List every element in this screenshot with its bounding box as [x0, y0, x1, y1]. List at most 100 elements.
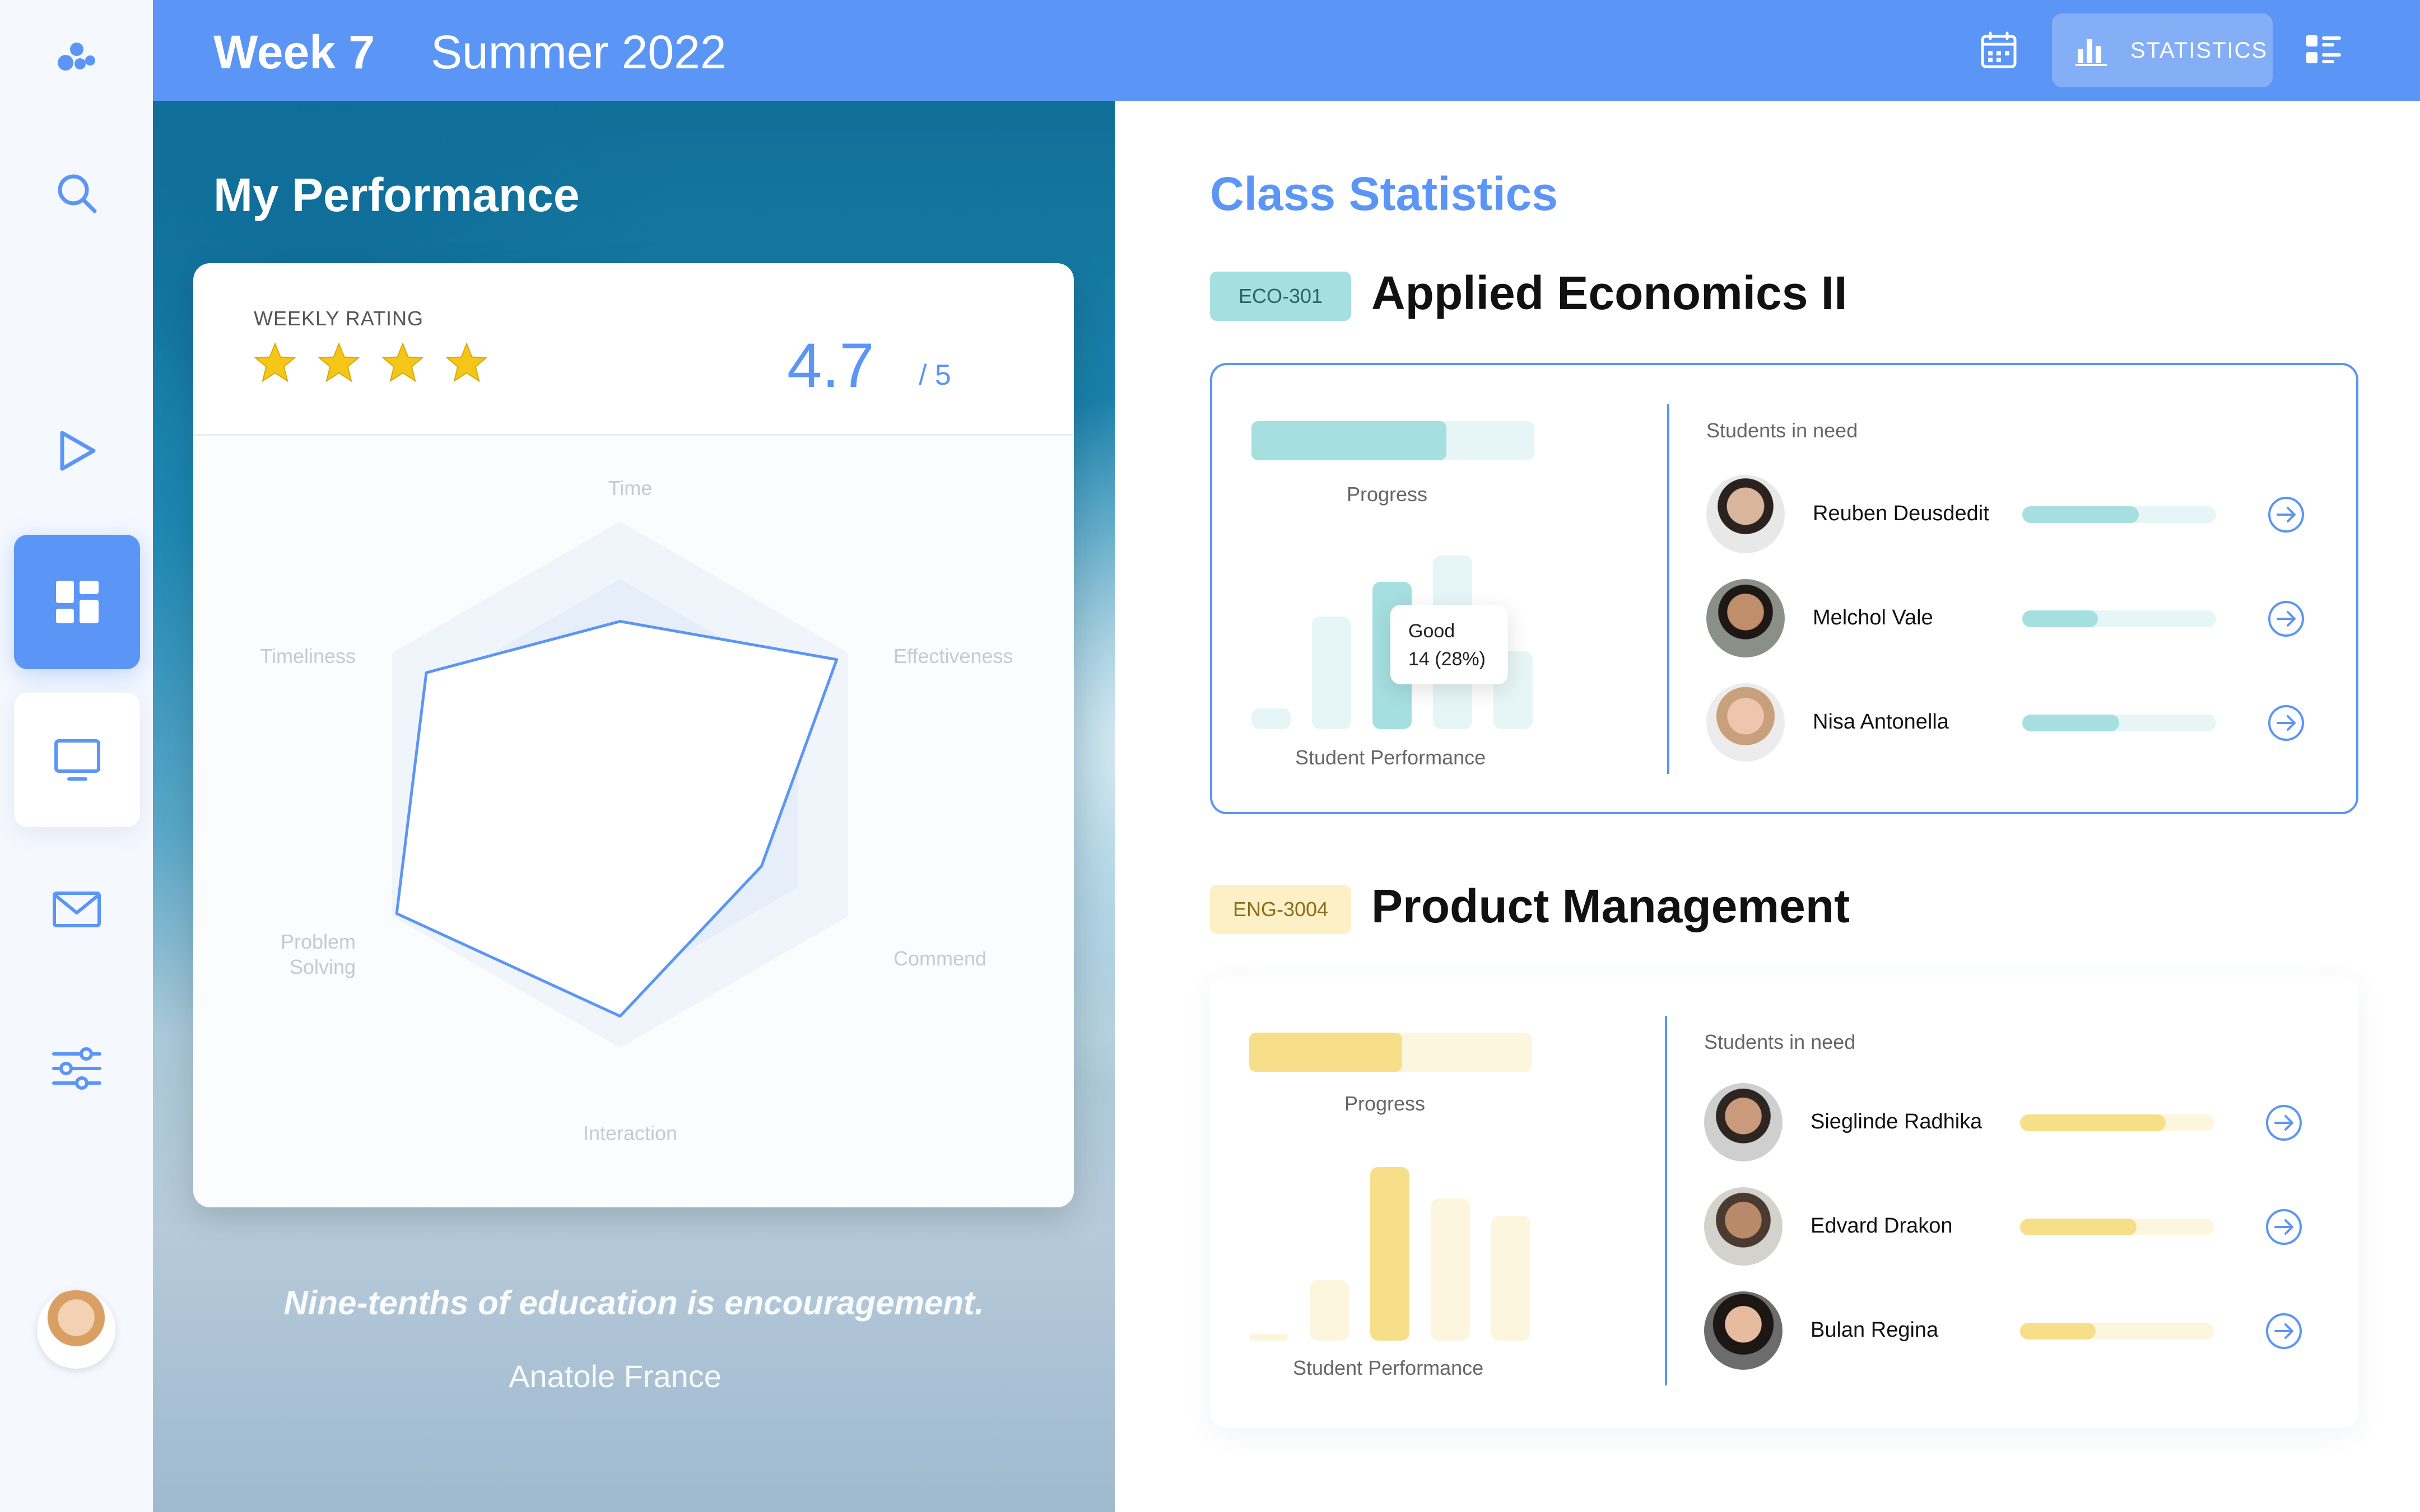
- quote-author: Anatole France: [509, 1359, 722, 1394]
- performance-bar[interactable]: [1310, 1280, 1349, 1341]
- calendar-icon[interactable]: [1979, 31, 2018, 70]
- student-performance-label: Student Performance: [1293, 1356, 1484, 1379]
- course-title: Product Management: [1371, 880, 1850, 932]
- radar-label-timeliness: Timeliness: [260, 645, 356, 668]
- mail-icon[interactable]: [52, 890, 102, 930]
- course-title: Applied Economics II: [1371, 267, 1847, 319]
- tooltip-grade: Good: [1408, 620, 1455, 642]
- performance-panel: My Performance WEEKLY RATING 4.7 / 5 Tim…: [153, 101, 1115, 1512]
- monitor-button[interactable]: [14, 693, 140, 827]
- performance-card: WEEKLY RATING 4.7 / 5 Time Effectiveness…: [193, 263, 1074, 1207]
- bar-tooltip: Good 14 (28%): [1390, 605, 1508, 684]
- arrow-right-circle-icon[interactable]: [2267, 703, 2306, 743]
- radar-label-effectiveness: Effectiveness: [893, 645, 1013, 668]
- student-performance-label: Student Performance: [1295, 746, 1486, 769]
- student-progress-fill: [2022, 715, 2119, 731]
- student-progress-track: [2022, 715, 2216, 731]
- course-code-tag[interactable]: ECO-301: [1210, 272, 1351, 321]
- student-row[interactable]: Edvard Drakon: [1704, 1187, 2331, 1266]
- student-name: Melchol Vale: [1813, 606, 1933, 629]
- divider: [1665, 1016, 1667, 1385]
- arrow-right-circle-icon[interactable]: [2264, 1207, 2303, 1247]
- top-bar: Week 7 Summer 2022 STATISTICS: [153, 0, 2420, 101]
- arrow-right-circle-icon[interactable]: [2264, 1312, 2303, 1351]
- student-progress-track: [2020, 1323, 2214, 1340]
- progress-label: Progress: [1347, 483, 1428, 506]
- performance-bar[interactable]: [1491, 1215, 1530, 1341]
- student-progress-fill: [2020, 1323, 2096, 1340]
- star-icon: [381, 342, 424, 382]
- weekly-rating-label: WEEKLY RATING: [254, 307, 424, 330]
- student-progress-fill: [2020, 1219, 2137, 1235]
- student-avatar: [1704, 1291, 1783, 1370]
- student-row[interactable]: Melchol Vale: [1706, 579, 2334, 657]
- divider: [1667, 404, 1669, 774]
- student-progress-fill: [2022, 610, 2098, 627]
- star-icon: [254, 342, 296, 382]
- students-in-need-label: Students in need: [1704, 1030, 1856, 1053]
- week-label: Week 7: [213, 26, 375, 78]
- list-view-icon[interactable]: [2304, 31, 2343, 70]
- dashboard-icon: [55, 581, 99, 623]
- student-row[interactable]: Sieglinde Radhika: [1704, 1083, 2331, 1161]
- radar-svg: [392, 521, 849, 1048]
- student-name: Edvard Drakon: [1811, 1214, 1953, 1238]
- student-row[interactable]: Nisa Antonella: [1706, 683, 2334, 762]
- progress-fill: [1251, 421, 1447, 460]
- performance-bar[interactable]: [1370, 1167, 1409, 1341]
- student-row[interactable]: Reuben Deusdedit: [1706, 475, 2334, 553]
- radar-label-solving: Solving: [289, 955, 356, 978]
- student-name: Bulan Regina: [1811, 1318, 1939, 1342]
- student-avatar: [1706, 683, 1785, 762]
- student-progress-track: [2022, 610, 2216, 627]
- search-icon[interactable]: [54, 171, 99, 216]
- student-avatar: [1706, 475, 1785, 553]
- radar-label-time: Time: [608, 477, 653, 500]
- radar-label-problem: Problem: [280, 930, 356, 953]
- student-avatar: [1704, 1083, 1783, 1161]
- course-card[interactable]: Progress Student Performance Students in…: [1210, 977, 2358, 1428]
- performance-bar[interactable]: [1251, 708, 1291, 729]
- student-avatar: [1706, 579, 1785, 657]
- star-icon: [445, 342, 488, 382]
- season-label: Summer 2022: [431, 26, 727, 78]
- arrow-right-circle-icon[interactable]: [2264, 1103, 2303, 1142]
- student-progress-track: [2020, 1219, 2214, 1235]
- student-avatar: [1704, 1187, 1783, 1266]
- logo-icon[interactable]: [54, 39, 99, 78]
- star-icon: [318, 342, 360, 382]
- performance-bar[interactable]: [1431, 1198, 1470, 1341]
- sliders-icon[interactable]: [52, 1046, 102, 1091]
- rating-stars: [254, 342, 488, 383]
- quote-text: Nine-tenths of education is encouragemen…: [283, 1284, 984, 1322]
- progress-fill: [1249, 1033, 1402, 1072]
- student-progress-fill: [2022, 506, 2139, 523]
- bar-chart-icon: [2075, 39, 2107, 66]
- class-statistics-title: Class Statistics: [1210, 167, 1558, 220]
- statistics-label: STATISTICS: [2130, 38, 2268, 63]
- monitor-icon: [54, 739, 100, 781]
- student-progress-track: [2022, 506, 2216, 523]
- student-name: Nisa Antonella: [1813, 710, 1949, 734]
- student-row[interactable]: Bulan Regina: [1704, 1291, 2331, 1370]
- play-icon[interactable]: [54, 428, 99, 473]
- course-code-tag[interactable]: ENG-3004: [1210, 885, 1351, 934]
- student-name: Reuben Deusdedit: [1813, 502, 1989, 525]
- statistics-tab[interactable]: STATISTICS: [2052, 13, 2273, 87]
- arrow-right-circle-icon[interactable]: [2267, 495, 2306, 534]
- student-progress-track: [2020, 1114, 2214, 1131]
- tooltip-value: 14 (28%): [1408, 648, 1486, 670]
- weekly-rating-section: WEEKLY RATING 4.7 / 5: [193, 263, 1074, 436]
- user-avatar[interactable]: [37, 1290, 115, 1369]
- rating-max: / 5: [919, 359, 951, 391]
- rating-value: 4.7: [787, 330, 874, 400]
- performance-bar[interactable]: [1312, 616, 1351, 729]
- progress-label: Progress: [1344, 1092, 1426, 1115]
- performance-title: My Performance: [213, 169, 580, 221]
- dashboard-button[interactable]: [14, 535, 140, 669]
- student-name: Sieglinde Radhika: [1811, 1110, 1982, 1133]
- arrow-right-circle-icon[interactable]: [2267, 599, 2306, 638]
- course-card[interactable]: Progress Student Performance Students in…: [1210, 363, 2358, 814]
- performance-bar[interactable]: [1249, 1333, 1288, 1341]
- students-in-need-label: Students in need: [1706, 419, 1858, 442]
